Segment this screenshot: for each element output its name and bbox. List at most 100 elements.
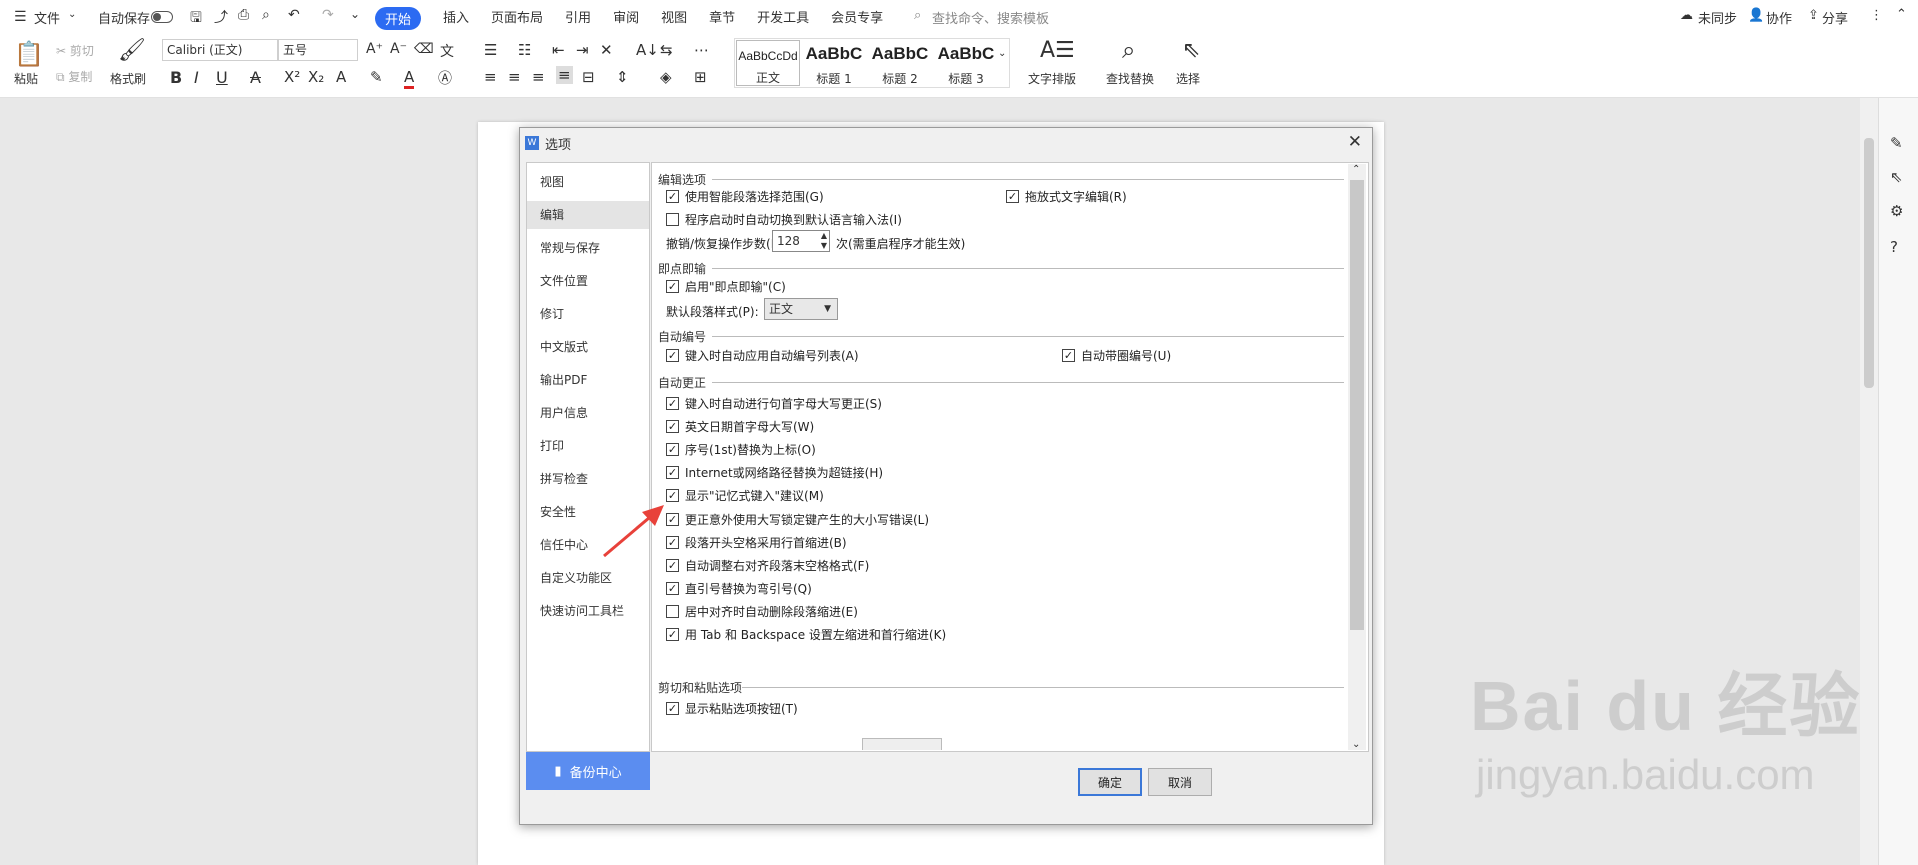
undo-icon[interactable]: ↶ xyxy=(288,7,300,23)
more-icon[interactable]: ⋮ xyxy=(1870,8,1883,23)
format-painter-icon[interactable]: 🖌 xyxy=(118,38,146,63)
nav-spell-check[interactable]: 拼写检查 xyxy=(527,465,649,493)
paste-icon[interactable]: 📋 xyxy=(14,40,44,68)
tab-home[interactable]: 开始 xyxy=(375,7,422,30)
collab-button[interactable]: 协作 xyxy=(1766,8,1792,27)
bold-icon[interactable]: B xyxy=(170,68,182,87)
tab-developer[interactable]: 开发工具 xyxy=(757,7,809,30)
scroll-up-icon[interactable]: ⌃ xyxy=(1352,164,1360,175)
close-icon[interactable]: ✕ xyxy=(1348,132,1362,152)
superscript-icon[interactable]: X² xyxy=(284,68,300,86)
font-select[interactable]: Calibri (正文) xyxy=(162,39,278,61)
sync-status[interactable]: 未同步 xyxy=(1698,8,1737,27)
auto-correct-checkbox[interactable]: ✓ 直引号替换为弯引号(Q) xyxy=(666,580,812,597)
table-lines-icon[interactable]: ⋯ xyxy=(694,41,709,59)
menu-icon[interactable]: ☰ xyxy=(14,9,27,25)
font-size-select[interactable]: 五号 xyxy=(278,39,358,61)
tab-review[interactable]: 审阅 xyxy=(613,7,639,30)
paste-default-select[interactable] xyxy=(862,738,942,750)
char-border-icon[interactable]: Ⓐ xyxy=(438,68,452,88)
nav-general-save[interactable]: 常规与保存 xyxy=(527,234,649,262)
indent-icon[interactable]: ⇥ xyxy=(576,41,589,59)
auto-correct-checkbox[interactable]: ✓ 序号(1st)替换为上标(O) xyxy=(666,441,816,458)
nav-customize-ribbon[interactable]: 自定义功能区 xyxy=(527,564,649,592)
default-style-select[interactable]: 正文 ▼ xyxy=(764,298,838,320)
circle-number-checkbox[interactable]: ✓ 自动带圈编号(U) xyxy=(1062,347,1171,364)
auto-correct-checkbox[interactable]: ✓ 键入时自动进行句首字母大写更正(S) xyxy=(666,395,882,412)
style-normal[interactable]: AaBbCcDd 正文 xyxy=(736,40,800,86)
smart-select-checkbox[interactable]: ✓ 使用智能段落选择范围(G) xyxy=(666,188,824,205)
nav-quick-access[interactable]: 快速访问工具栏 xyxy=(527,597,649,625)
auto-correct-checkbox[interactable]: ✓ 用 Tab 和 Backspace 设置左缩进和首行缩进(K) xyxy=(666,626,946,643)
text-layout-button[interactable]: 文字排版 xyxy=(1028,70,1076,87)
ok-button[interactable]: 确定 xyxy=(1078,768,1142,796)
auto-correct-checkbox[interactable]: ✓ 自动调整右对齐段落末空格格式(F) xyxy=(666,557,869,574)
edit-pen-icon[interactable]: ✎ xyxy=(1890,134,1903,152)
gallery-more-icon[interactable]: ⌄ xyxy=(998,48,1006,59)
search-input[interactable]: 查找命令、搜索模板 xyxy=(932,8,1049,27)
auto-correct-checkbox[interactable]: ✓ 显示"记忆式键入"建议(M) xyxy=(666,487,824,504)
nav-export-pdf[interactable]: 输出PDF xyxy=(527,366,649,394)
show-marks-icon[interactable]: ⇆ xyxy=(660,41,673,59)
save-icon[interactable]: 🖫 xyxy=(190,7,202,31)
help-icon[interactable]: ? xyxy=(1890,238,1898,256)
auto-correct-checkbox[interactable]: ✓ 段落开头空格采用行首缩进(B) xyxy=(666,534,847,551)
tab-insert[interactable]: 插入 xyxy=(443,7,469,30)
cursor-icon[interactable]: ⇖ xyxy=(1182,38,1200,63)
collapse-icon[interactable]: ⌃ xyxy=(1896,7,1907,22)
tab-view[interactable]: 视图 xyxy=(661,7,687,30)
undo-steps-spinner[interactable]: 128 ▲ ▼ xyxy=(772,230,830,252)
spinner-arrows-icon[interactable]: ▲ ▼ xyxy=(821,231,827,251)
cut-button[interactable]: ✂ 剪切 xyxy=(56,42,94,59)
chinese-layout-icon[interactable]: ✕ xyxy=(600,41,613,59)
backup-center-button[interactable]: ▮ 备份中心 xyxy=(526,752,650,790)
nav-print[interactable]: 打印 xyxy=(527,432,649,460)
print-icon[interactable]: ⎙ xyxy=(238,7,249,23)
underline-icon[interactable]: U xyxy=(216,68,228,87)
nav-file-location[interactable]: 文件位置 xyxy=(527,267,649,295)
redo-icon[interactable]: ↷ xyxy=(322,7,334,23)
tab-page-layout[interactable]: 页面布局 xyxy=(491,7,543,30)
highlight-icon[interactable]: ✎ xyxy=(370,68,383,86)
subscript-icon[interactable]: X₂ xyxy=(308,68,324,86)
document-scrollbar[interactable] xyxy=(1860,98,1878,865)
shading-icon[interactable]: ◈ xyxy=(660,68,672,86)
output-icon[interactable]: ⤴ xyxy=(214,7,228,27)
scroll-thumb[interactable] xyxy=(1350,180,1364,630)
scroll-down-icon[interactable]: ⌄ xyxy=(1352,739,1360,750)
auto-ime-checkbox[interactable]: 程序启动时自动切换到默认语言输入法(I) xyxy=(666,211,902,228)
nav-edit[interactable]: 编辑 xyxy=(527,201,649,229)
align-left-icon[interactable]: ≡ xyxy=(484,68,497,86)
auto-correct-checkbox[interactable]: ✓ 英文日期首字母大写(W) xyxy=(666,418,814,435)
sort-icon[interactable]: A↓ xyxy=(636,41,659,59)
distribute-icon[interactable]: ⊟ xyxy=(582,68,595,86)
auto-list-checkbox[interactable]: ✓ 键入时自动应用自动编号列表(A) xyxy=(666,347,859,364)
options-scrollbar[interactable]: ⌃ ⌄ xyxy=(1348,164,1366,750)
style-heading-2[interactable]: AaBbC 标题 2 xyxy=(868,40,932,86)
preview-icon[interactable]: ⌕ xyxy=(262,7,270,23)
phonetic-icon[interactable]: 文 xyxy=(440,41,454,61)
nav-chinese-layout[interactable]: 中文版式 xyxy=(527,333,649,361)
tab-member[interactable]: 会员专享 xyxy=(831,7,883,30)
italic-icon[interactable]: I xyxy=(194,68,199,87)
style-heading-3[interactable]: AaBbC 标题 3 xyxy=(934,40,998,86)
paste-button-checkbox[interactable]: ✓ 显示粘贴选项按钮(T) xyxy=(666,700,798,717)
text-layout-icon[interactable]: A☰ xyxy=(1040,38,1075,63)
find-icon[interactable]: ⌕ xyxy=(1122,36,1135,64)
nav-view[interactable]: 视图 xyxy=(527,168,649,196)
clear-format-icon[interactable]: ⌫ xyxy=(414,41,434,57)
share-button[interactable]: 分享 xyxy=(1822,8,1848,27)
align-center-icon[interactable]: ≡ xyxy=(508,68,521,86)
auto-correct-checkbox[interactable]: 居中对齐时自动删除段落缩进(E) xyxy=(666,603,858,620)
nav-revision[interactable]: 修订 xyxy=(527,300,649,328)
select-pointer-icon[interactable]: ⇖ xyxy=(1890,168,1903,186)
text-effect-icon[interactable]: A xyxy=(336,68,346,86)
numbering-icon[interactable]: ☷ xyxy=(518,41,531,59)
copy-button[interactable]: ⧉ 复制 xyxy=(56,68,92,85)
drag-drop-checkbox[interactable]: ✓ 拖放式文字编辑(R) xyxy=(1006,188,1127,205)
style-heading-1[interactable]: AaBbC 标题 1 xyxy=(802,40,866,86)
file-menu[interactable]: 文件 xyxy=(34,8,60,27)
nav-user-info[interactable]: 用户信息 xyxy=(527,399,649,427)
justify-icon[interactable]: ≡ xyxy=(556,66,573,84)
auto-correct-checkbox[interactable]: ✓ Internet或网络路径替换为超链接(H) xyxy=(666,464,883,481)
